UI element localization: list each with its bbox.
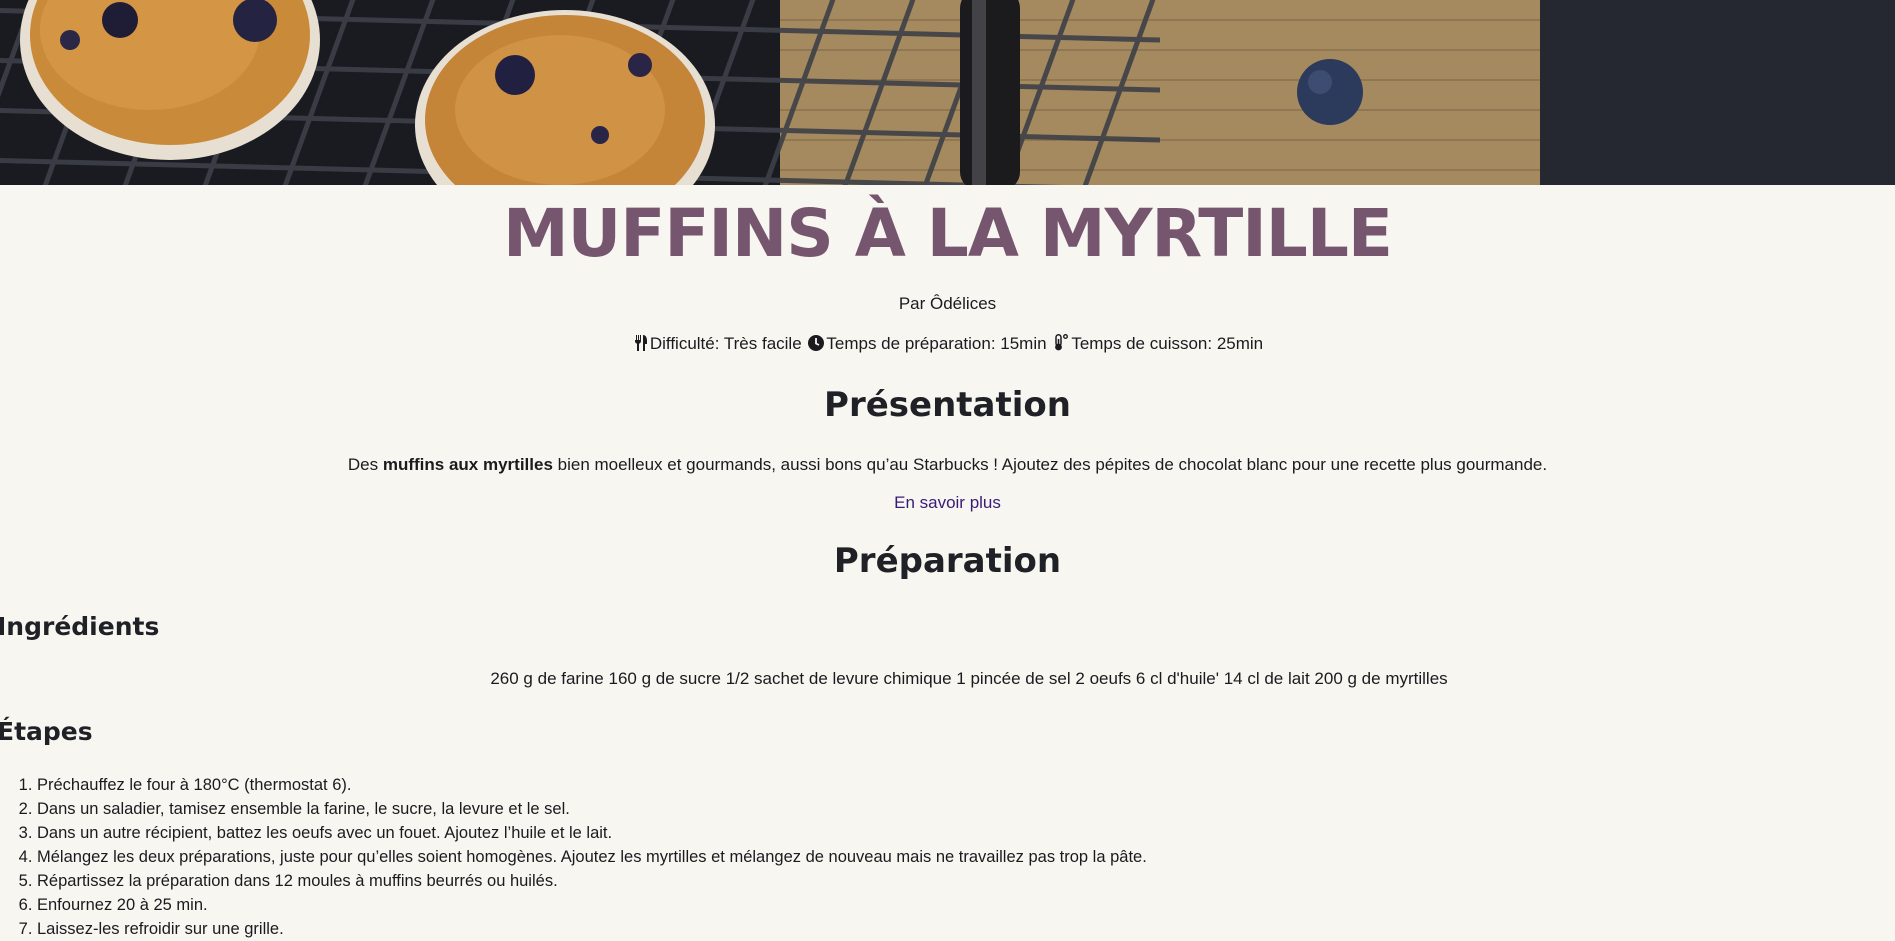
intro-highlight: muffins aux myrtilles	[382, 455, 553, 474]
ingredient-item: 200 g de myrtilles	[1314, 669, 1448, 688]
ingredient-item: 1/2 sachet de levure chimique	[725, 669, 952, 688]
ingredient-item: 260 g de farine	[490, 669, 604, 688]
intro-lead: Des	[347, 455, 383, 474]
step-item: Dans un saladier, tamisez ensemble la fa…	[37, 797, 1147, 821]
preparation-heading: Préparation	[833, 541, 1062, 581]
recipe-meta: Difficulté: Très facile Temps de prépara…	[0, 334, 1895, 356]
step-item: Préchauffez le four à 180°C (thermostat …	[37, 773, 1147, 797]
step-item: Dans un autre récipient, battez les oeuf…	[37, 821, 1147, 845]
step-item: Laissez-les refroidir sur une grille.	[37, 917, 1147, 941]
ingredients-list: 260 g de farine 160 g de sucre 1/2 sache…	[0, 669, 1895, 689]
cook-time-text: Temps de cuisson: 25min	[1071, 334, 1264, 353]
presentation-heading: Présentation	[824, 385, 1071, 425]
ingredient-item: 14 cl de lait	[1223, 669, 1310, 688]
presentation-text: Des muffins aux myrtilles bien moelleux …	[0, 455, 1895, 475]
ingredient-item: 160 g de sucre	[608, 669, 721, 688]
difficulty-text: Difficulté: Très facile	[649, 334, 802, 353]
ingredient-item: 2 oeufs	[1075, 669, 1132, 688]
clock-icon	[808, 335, 825, 356]
intro-rest: bien moelleux et gourmands, aussi bons q…	[552, 455, 1548, 474]
utensils-icon	[634, 335, 648, 356]
step-item: Mélangez les deux préparations, juste po…	[37, 845, 1147, 869]
ingredient-item: 6 cl d'huile'	[1135, 669, 1219, 688]
read-more-link[interactable]: En savoir plus	[0, 493, 1895, 513]
ingredient-item: 1 pincée de sel	[956, 669, 1071, 688]
hero-image	[0, 0, 1895, 185]
steps-heading: Étapes	[0, 717, 93, 746]
step-item: Enfournez 20 à 25 min.	[37, 893, 1147, 917]
step-item: Répartissez la préparation dans 12 moule…	[37, 869, 1147, 893]
steps-list: Préchauffez le four à 180°C (thermostat …	[0, 773, 1147, 941]
thermometer-icon	[1053, 334, 1069, 356]
ingredients-heading: Ingrédients	[0, 612, 160, 641]
prep-time-text: Temps de préparation: 15min	[826, 334, 1047, 353]
recipe-title: MUFFINS À LA MYRTILLE	[502, 195, 1393, 272]
recipe-author: Par Ôdélices	[898, 294, 997, 313]
